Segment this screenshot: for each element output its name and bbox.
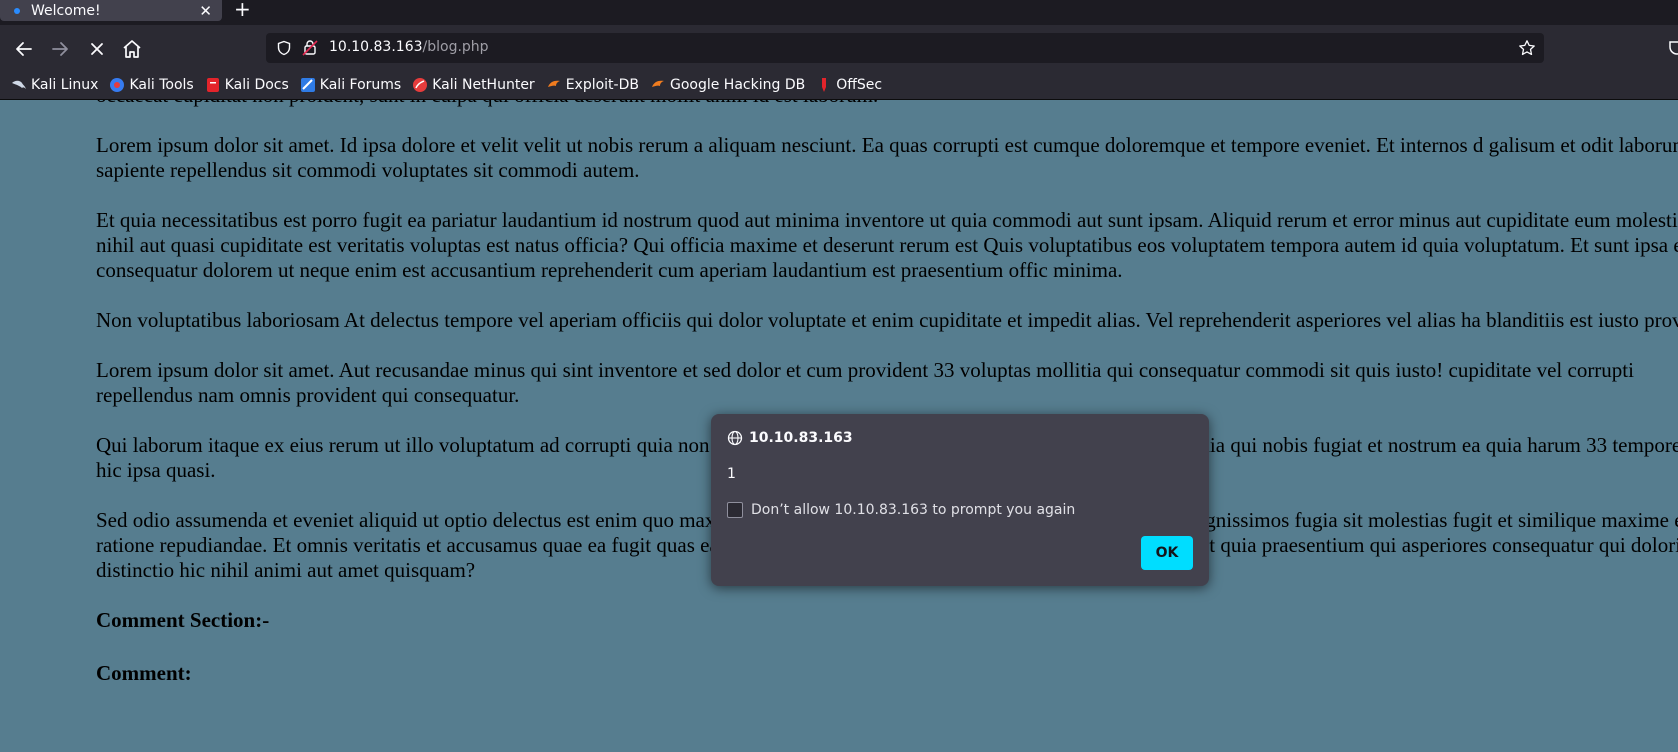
comment-section-heading: Comment Section:-: [96, 608, 270, 632]
bookmark-label: Kali Forums: [319, 77, 402, 93]
stop-loading-icon[interactable]: [85, 37, 109, 61]
navigation-toolbar: 10.10.83.163/blog.php: [0, 25, 1678, 71]
back-arrow-icon[interactable]: [12, 37, 36, 61]
url-path: /blog.php: [422, 39, 489, 55]
ghdb-icon: [651, 80, 664, 87]
tab-strip: Welcome! ✕ +: [0, 0, 1678, 25]
bookmark-star-icon[interactable]: [1518, 39, 1536, 57]
new-tab-icon[interactable]: +: [234, 0, 251, 21]
kali-forums-icon: [300, 78, 315, 92]
blog-paragraph: Et quia necessitatibus est porro fugit e…: [96, 208, 1678, 282]
bookmark-kali-tools[interactable]: Kali Tools: [109, 77, 194, 93]
tab-welcome[interactable]: Welcome! ✕: [0, 0, 222, 21]
kali-tools-icon: [110, 78, 125, 92]
offsec-icon: [822, 78, 827, 92]
dialog-origin: 10.10.83.163: [749, 430, 853, 446]
bookmark-offsec[interactable]: OffSec: [816, 77, 882, 93]
blog-content: occaecat cupiditat non proident, sunt in…: [96, 100, 1678, 714]
bookmark-kali-nethunter[interactable]: Kali NetHunter: [412, 77, 535, 93]
bookmark-kali-docs[interactable]: Kali Docs: [205, 77, 289, 93]
bookmark-exploit-db[interactable]: Exploit-DB: [546, 77, 639, 93]
tab-close-icon[interactable]: ✕: [199, 2, 212, 20]
shield-icon[interactable]: [276, 40, 292, 56]
blog-paragraph: occaecat cupiditat non proident, sunt in…: [96, 100, 1678, 108]
bookmark-label: Kali Tools: [129, 77, 194, 93]
globe-icon: [727, 430, 743, 446]
blog-paragraph: Non voluptatibus laboriosam At delectus …: [96, 308, 1678, 332]
bookmark-label: Kali NetHunter: [432, 77, 535, 93]
tab-title: Welcome!: [31, 2, 101, 19]
alert-dialog: 10.10.83.163 1 Don’t allow 10.10.83.163 …: [711, 414, 1209, 586]
nethunter-icon: [413, 78, 428, 92]
kali-dragon-icon: [12, 80, 26, 89]
bookmark-label: OffSec: [836, 77, 883, 93]
bookmark-label: Kali Docs: [224, 77, 289, 93]
bookmark-kali-forums[interactable]: Kali Forums: [300, 77, 401, 93]
pocket-icon[interactable]: [1668, 39, 1678, 57]
home-icon[interactable]: [120, 37, 144, 61]
exploit-db-icon: [547, 80, 560, 87]
forward-arrow-icon[interactable]: [48, 37, 72, 61]
url-host: 10.10.83.163: [329, 39, 423, 55]
dont-allow-label[interactable]: Don’t allow 10.10.83.163 to prompt you a…: [751, 502, 1075, 518]
bookmark-google-hacking-db[interactable]: Google Hacking DB: [650, 77, 805, 93]
bookmark-kali-linux[interactable]: Kali Linux: [11, 77, 98, 93]
comment-heading: Comment:: [96, 661, 192, 685]
blog-paragraph: Lorem ipsum dolor sit amet. Id ipsa dolo…: [96, 133, 1678, 182]
dialog-header: 10.10.83.163: [727, 430, 853, 446]
dialog-message: 1: [727, 466, 736, 482]
url-text[interactable]: 10.10.83.163/blog.php: [329, 39, 489, 55]
dont-allow-checkbox[interactable]: [727, 502, 743, 518]
bookmark-label: Exploit-DB: [565, 77, 639, 93]
bookmark-label: Google Hacking DB: [669, 77, 806, 93]
ok-button[interactable]: OK: [1141, 536, 1193, 570]
bookmarks-toolbar: Kali Linux Kali Tools Kali Docs Kali For…: [0, 71, 1678, 100]
blog-paragraph: Lorem ipsum dolor sit amet. Aut recusand…: [96, 358, 1634, 407]
insecure-lock-icon[interactable]: [302, 39, 318, 56]
dont-allow-prompt-option[interactable]: Don’t allow 10.10.83.163 to prompt you a…: [727, 502, 1075, 518]
tab-favicon-icon: [14, 7, 20, 14]
address-bar[interactable]: 10.10.83.163/blog.php: [266, 33, 1544, 63]
bookmark-label: Kali Linux: [31, 77, 99, 93]
kali-docs-icon: [206, 78, 219, 92]
